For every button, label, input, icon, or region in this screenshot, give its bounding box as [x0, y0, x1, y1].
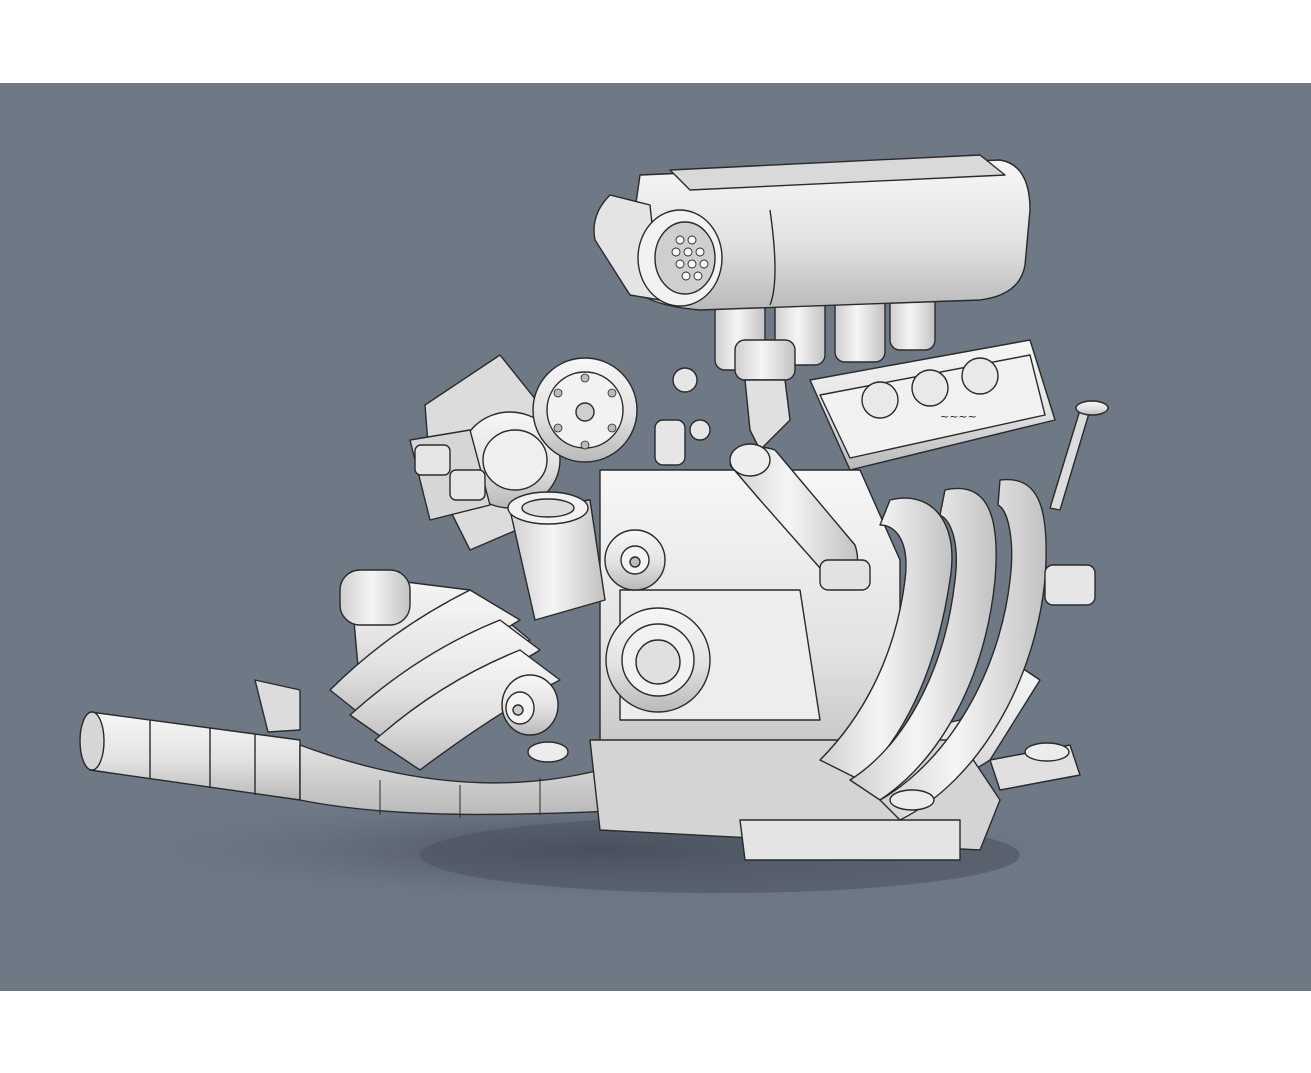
crank-pulley	[605, 607, 711, 713]
engine-render: ~~~~	[79, 154, 1120, 910]
dipstick	[1049, 409, 1091, 511]
dipstick-handle	[1075, 400, 1109, 416]
engine-mount-right	[989, 742, 1081, 791]
rear-bracket	[254, 679, 301, 733]
idler-pulley	[604, 529, 666, 591]
valve-cover-engraving: ~~~~	[940, 410, 977, 423]
left-exhaust-upper	[329, 569, 561, 771]
intake-plenum	[593, 154, 1031, 311]
upper-pulley	[532, 357, 638, 463]
oil-filter	[507, 491, 606, 621]
front-fitting	[501, 674, 559, 736]
throttle-sensor	[734, 339, 796, 451]
